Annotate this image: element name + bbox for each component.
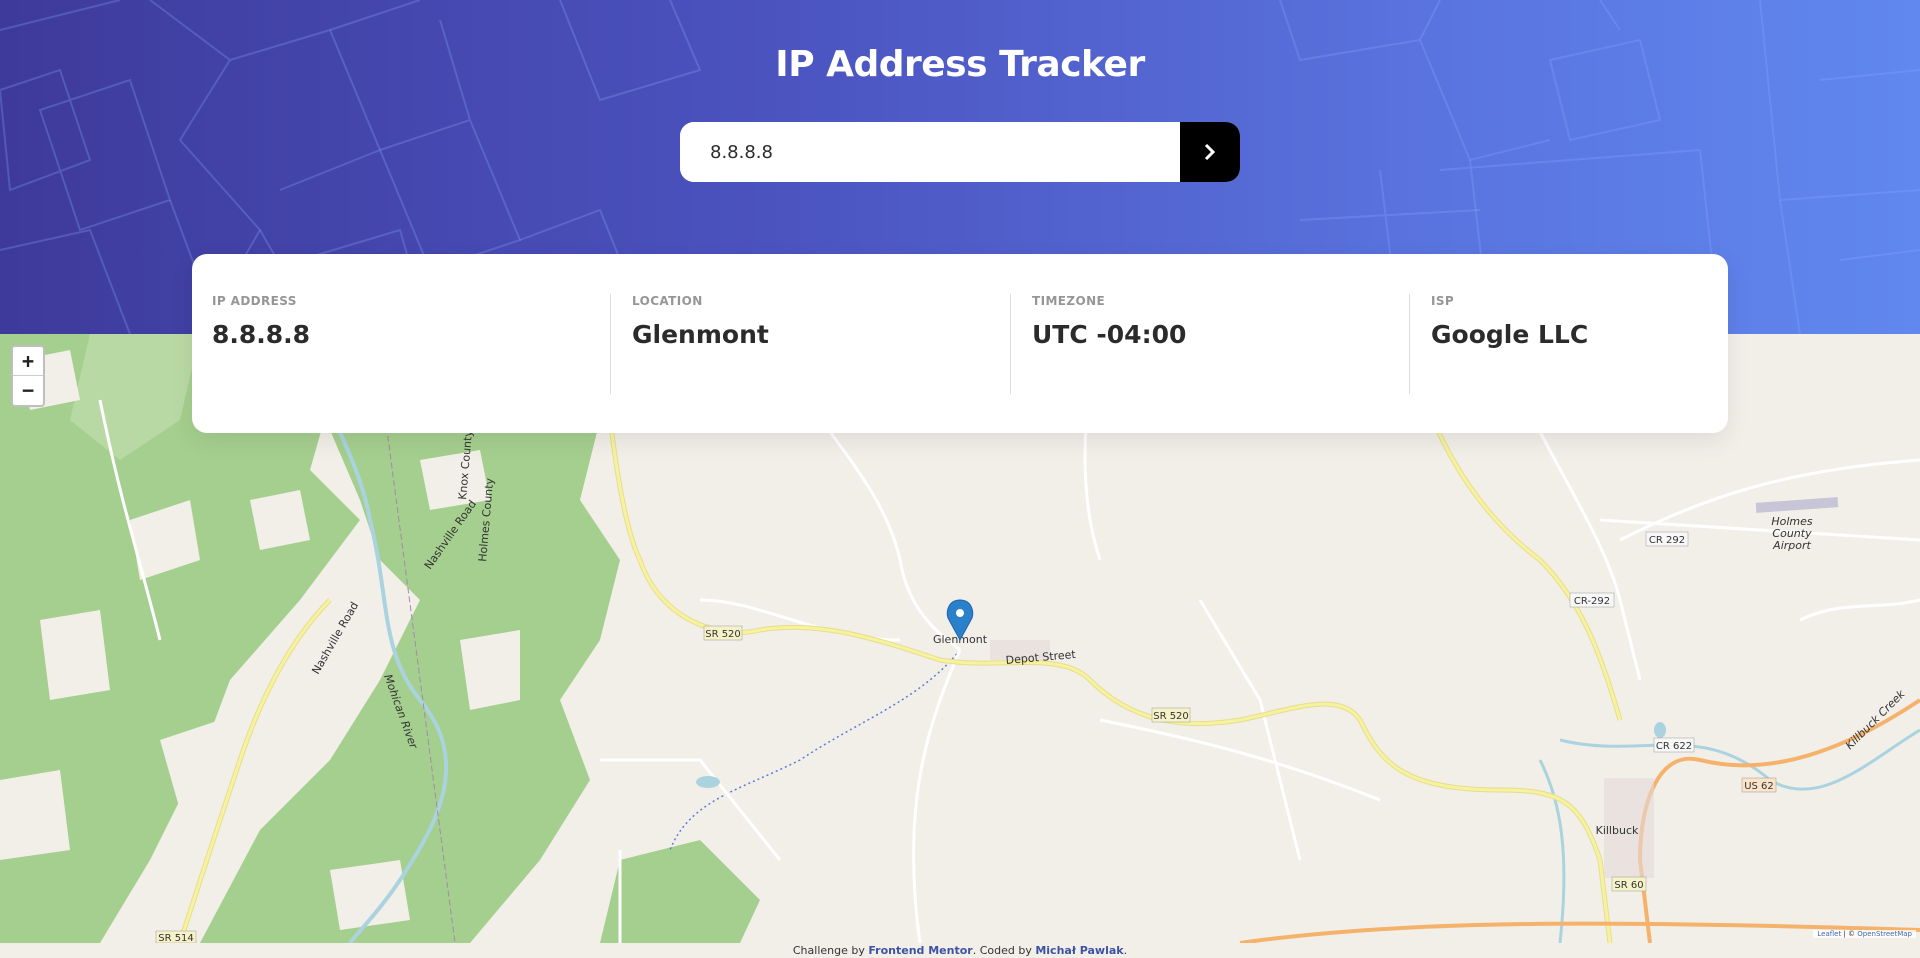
zoom-in-button[interactable]: + <box>13 347 43 376</box>
osm-link[interactable]: OpenStreetMap <box>1857 930 1912 938</box>
location-value: Glenmont <box>632 320 769 349</box>
ip-search-input[interactable] <box>680 122 1180 182</box>
isp-label: ISP <box>1431 294 1455 308</box>
svg-text:SR 520: SR 520 <box>705 629 741 640</box>
svg-text:Airport: Airport <box>1772 539 1811 552</box>
timezone-label: TIMEZONE <box>1032 294 1106 308</box>
divider <box>1409 294 1410 394</box>
svg-text:SR 60: SR 60 <box>1614 880 1643 891</box>
divider <box>610 294 611 394</box>
search-bar <box>680 122 1240 182</box>
svg-text:CR-292: CR-292 <box>1574 596 1610 607</box>
chevron-right-icon <box>1204 144 1216 160</box>
info-timezone: TIMEZONE UTC -04:00 <box>1032 294 1186 394</box>
location-label: LOCATION <box>632 294 703 308</box>
svg-text:SR 520: SR 520 <box>1153 711 1189 722</box>
svg-text:SR 514: SR 514 <box>158 933 194 943</box>
ip-address-value: 8.8.8.8 <box>212 320 311 349</box>
divider <box>1010 294 1011 394</box>
ip-address-label: IP ADDRESS <box>212 294 297 308</box>
info-ip-address: IP ADDRESS 8.8.8.8 <box>212 294 310 394</box>
svg-text:Killbuck: Killbuck <box>1596 824 1639 837</box>
ip-info-card: IP ADDRESS 8.8.8.8 LOCATION Glenmont TIM… <box>192 254 1728 433</box>
author-link[interactable]: Michał Pawlak <box>1035 944 1123 957</box>
svg-text:US 62: US 62 <box>1744 781 1774 792</box>
zoom-control: + − <box>11 345 45 407</box>
timezone-value: UTC -04:00 <box>1032 320 1187 349</box>
svg-text:CR 292: CR 292 <box>1649 535 1685 546</box>
zoom-out-button[interactable]: − <box>13 376 43 405</box>
footer-credit: Challenge by Frontend Mentor. Coded by M… <box>0 943 1920 958</box>
map-attribution: Leaflet | © OpenStreetMap <box>1813 930 1916 938</box>
info-isp: ISP Google LLC <box>1431 294 1588 394</box>
leaflet-link[interactable]: Leaflet <box>1817 930 1841 938</box>
svg-text:CR 622: CR 622 <box>1656 741 1692 752</box>
search-submit-button[interactable] <box>1180 122 1240 182</box>
isp-value: Google LLC <box>1431 320 1589 349</box>
info-location: LOCATION Glenmont <box>632 294 769 394</box>
page-title: IP Address Tracker <box>775 44 1145 85</box>
frontend-mentor-link[interactable]: Frontend Mentor <box>868 944 972 957</box>
